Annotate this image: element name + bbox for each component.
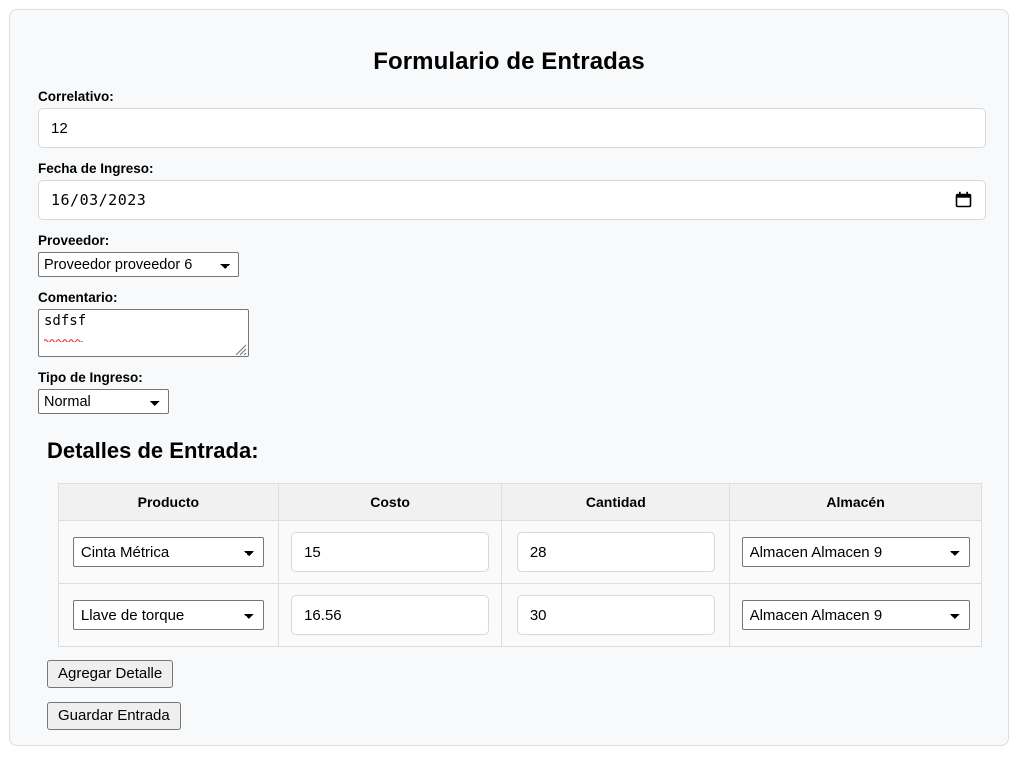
correlativo-input[interactable] <box>38 108 986 148</box>
button-spacer <box>47 688 1008 702</box>
tipo-ingreso-field-group: Tipo de Ingreso: Normal <box>10 370 1008 414</box>
cell-cantidad <box>501 583 731 647</box>
save-entry-button[interactable]: Guardar Entrada <box>47 702 181 730</box>
cantidad-input-row-2[interactable] <box>516 595 715 635</box>
correlativo-label: Correlativo: <box>38 89 114 104</box>
column-header-costo: Costo <box>277 483 503 521</box>
costo-input-row-1[interactable] <box>291 532 490 572</box>
page-root: Formulario de Entradas Correlativo: Fech… <box>0 0 1030 767</box>
cell-cantidad <box>501 520 731 584</box>
comentario-label: Comentario: <box>38 290 118 305</box>
details-table: Producto Costo Cantidad Almacén Cinta Mé… <box>58 483 982 647</box>
tipo-ingreso-select[interactable]: Normal <box>38 389 169 414</box>
comentario-textarea[interactable]: sdfsf <box>38 309 249 357</box>
comentario-field-group: Comentario: sdfsf <box>10 290 1008 357</box>
entry-form-card: Formulario de Entradas Correlativo: Fech… <box>9 9 1009 746</box>
details-table-body: Cinta Métrica Almacen Almacen 9 <box>58 520 982 647</box>
cell-costo <box>277 583 503 647</box>
cell-producto: Cinta Métrica <box>58 520 279 584</box>
cell-producto: Llave de torque <box>58 583 279 647</box>
table-row: Cinta Métrica Almacen Almacen 9 <box>58 520 982 584</box>
table-header-row: Producto Costo Cantidad Almacén <box>58 483 982 521</box>
cell-costo <box>277 520 503 584</box>
fecha-ingreso-label: Fecha de Ingreso: <box>38 161 154 176</box>
page-title: Formulario de Entradas <box>373 48 645 75</box>
almacen-select-row-2[interactable]: Almacen Almacen 9 <box>741 600 970 630</box>
details-table-head: Producto Costo Cantidad Almacén <box>58 483 982 521</box>
column-header-almacen: Almacén <box>729 483 982 521</box>
almacen-select-row-1[interactable]: Almacen Almacen 9 <box>741 537 970 567</box>
form-actions: Agregar Detalle Guardar Entrada <box>10 647 1008 730</box>
column-header-producto: Producto <box>58 483 279 521</box>
add-detail-button[interactable]: Agregar Detalle <box>47 660 174 688</box>
proveedor-label: Proveedor: <box>38 233 110 248</box>
proveedor-field-group: Proveedor: Proveedor proveedor 6 <box>10 233 1008 277</box>
column-header-cantidad: Cantidad <box>501 483 731 521</box>
proveedor-select[interactable]: Proveedor proveedor 6 <box>38 252 239 277</box>
cell-almacen: Almacen Almacen 9 <box>729 583 982 647</box>
correlativo-field-group: Correlativo: <box>10 89 1008 148</box>
costo-input-row-2[interactable] <box>291 595 490 635</box>
cell-almacen: Almacen Almacen 9 <box>729 520 982 584</box>
tipo-ingreso-label: Tipo de Ingreso: <box>38 370 143 385</box>
comentario-input-wrapper: sdfsf <box>38 309 249 357</box>
fecha-ingreso-input-wrapper <box>38 180 986 220</box>
fecha-ingreso-field-group: Fecha de Ingreso: <box>10 161 1008 220</box>
producto-select-row-2[interactable]: Llave de torque <box>72 600 264 630</box>
table-row: Llave de torque Almacen Almacen 9 <box>58 583 982 647</box>
fecha-ingreso-input[interactable] <box>38 180 986 220</box>
producto-select-row-1[interactable]: Cinta Métrica <box>72 537 264 567</box>
details-heading: Detalles de Entrada: <box>47 438 259 463</box>
cantidad-input-row-1[interactable] <box>516 532 715 572</box>
